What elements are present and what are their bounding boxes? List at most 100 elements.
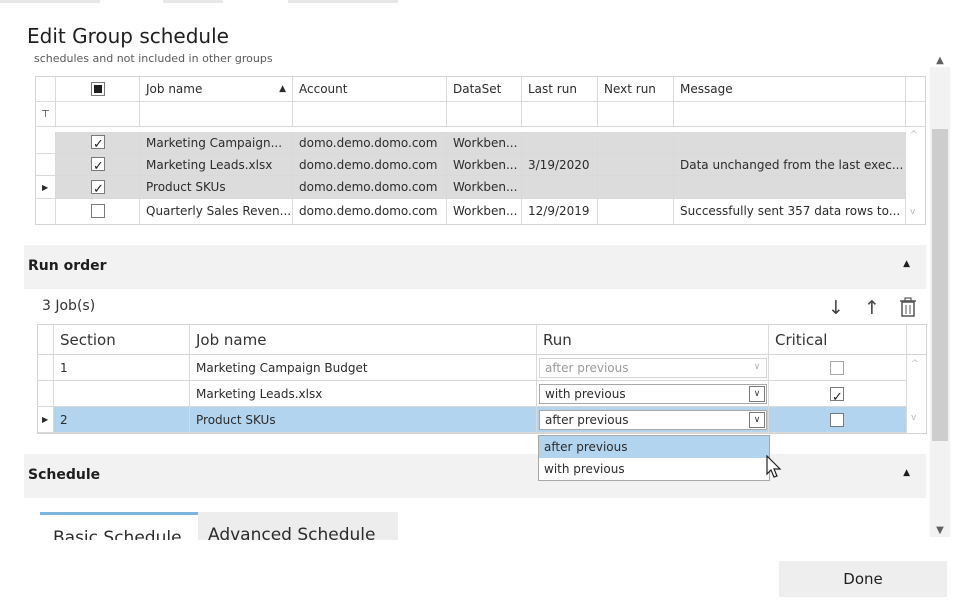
job-name-cell: Marketing Campaign Budget xyxy=(190,355,537,380)
row-pointer-icon: ▶ xyxy=(38,407,54,432)
last-run-cell xyxy=(522,176,598,198)
move-up-icon[interactable]: ↑ xyxy=(861,297,883,319)
col-header-job-name[interactable]: Job name xyxy=(190,325,537,354)
col-header-dataset[interactable]: DataSet xyxy=(447,77,522,101)
chevron-down-icon: ∨ xyxy=(749,386,765,402)
collapse-icon[interactable]: ▲ xyxy=(903,259,910,269)
account-cell: domo.demo.domo.com xyxy=(293,176,447,198)
job-name-cell: Product SKUs xyxy=(140,176,293,198)
col-header-account[interactable]: Account xyxy=(293,77,447,101)
col-header-message[interactable]: Message xyxy=(674,77,906,101)
schedule-label: Schedule xyxy=(28,467,101,483)
jobs-table: Job name ▲ Account DataSet Last run Next… xyxy=(35,76,926,225)
run-order-section-header[interactable]: Run order ▲ xyxy=(24,245,926,289)
collapse-icon[interactable]: ▲ xyxy=(903,468,910,478)
dropdown-option-with-previous[interactable]: with previous xyxy=(539,458,769,480)
message-cell xyxy=(674,176,906,198)
filter-account[interactable] xyxy=(293,102,447,126)
schedule-tabs: Basic Schedule Advanced Schedule xyxy=(40,512,400,540)
run-order-table: Section Job name Run Critical 1 Marketin… xyxy=(37,324,927,434)
tab-advanced-schedule[interactable]: Advanced Schedule xyxy=(198,512,398,540)
run-dropdown-list: after previous with previous xyxy=(538,435,770,481)
filter-message[interactable] xyxy=(674,102,906,126)
scroll-thumb[interactable] xyxy=(932,129,948,441)
schedule-section-header[interactable]: Schedule ▲ xyxy=(24,454,926,498)
message-cell xyxy=(674,132,906,153)
run-order-scrollbar[interactable]: ^ v xyxy=(907,355,926,433)
move-down-icon[interactable]: ↓ xyxy=(825,297,847,319)
run-order-header: Section Job name Run Critical xyxy=(38,325,926,355)
row-checkbox[interactable] xyxy=(91,204,105,218)
dropdown-option-after-previous[interactable]: after previous xyxy=(539,436,769,458)
filter-icon[interactable]: ⊤ xyxy=(36,102,56,126)
scroll-up-icon[interactable]: ^ xyxy=(911,359,919,369)
critical-checkbox[interactable] xyxy=(830,413,844,427)
scroll-down-icon[interactable]: v xyxy=(911,413,916,423)
col-header-job-name[interactable]: Job name ▲ xyxy=(140,77,293,101)
table-row[interactable]: ▶ Product SKUs domo.demo.domo.com Workbe… xyxy=(36,176,906,199)
top-decoration xyxy=(0,0,100,3)
col-header-run[interactable]: Run xyxy=(537,325,769,354)
page-title: Edit Group schedule xyxy=(27,24,229,48)
section-cell xyxy=(54,381,190,406)
last-run-cell: 3/19/2020 xyxy=(522,154,598,175)
run-combobox-open[interactable]: after previous ∨ xyxy=(539,410,767,430)
dataset-cell: Workben... xyxy=(447,176,522,198)
run-order-label: Run order xyxy=(28,258,107,274)
scroll-up-icon[interactable]: ^ xyxy=(910,130,918,140)
scroll-down-icon[interactable]: v xyxy=(910,207,915,217)
critical-checkbox[interactable] xyxy=(830,361,844,375)
account-cell: domo.demo.domo.com xyxy=(293,154,447,175)
job-name-cell: Product SKUs xyxy=(190,407,537,432)
last-run-cell xyxy=(522,132,598,153)
chevron-down-icon: ∨ xyxy=(749,360,765,376)
filter-job-name[interactable] xyxy=(140,102,293,126)
section-cell: 1 xyxy=(54,355,190,380)
next-run-cell xyxy=(598,199,674,224)
critical-checkbox[interactable] xyxy=(830,385,844,406)
select-all-checkbox[interactable] xyxy=(91,82,105,96)
job-name-cell: Quarterly Sales Reven... xyxy=(140,199,293,224)
job-name-cell: Marketing Leads.xlsx xyxy=(190,381,537,406)
col-header-section[interactable]: Section xyxy=(54,325,190,354)
run-order-row[interactable]: 1 Marketing Campaign Budget after previo… xyxy=(38,355,907,381)
row-checkbox[interactable] xyxy=(91,178,105,198)
run-order-row-selected[interactable]: ▶ 2 Product SKUs after previous ∨ xyxy=(38,407,907,433)
page-subtitle: schedules and not included in other grou… xyxy=(34,52,273,65)
run-combobox[interactable]: after previous ∨ xyxy=(539,358,767,378)
dataset-cell: Workben... xyxy=(447,154,522,175)
filter-row: ⊤ xyxy=(36,102,925,127)
section-cell: 2 xyxy=(54,407,190,432)
table-row[interactable]: Marketing Leads.xlsx domo.demo.domo.com … xyxy=(36,154,906,176)
filter-last-run[interactable] xyxy=(522,102,598,126)
filter-dataset[interactable] xyxy=(447,102,522,126)
tab-basic-schedule[interactable]: Basic Schedule xyxy=(40,512,198,540)
mouse-cursor-icon xyxy=(766,454,782,483)
sort-ascending-icon: ▲ xyxy=(279,84,286,94)
top-decoration xyxy=(288,0,398,3)
done-button[interactable]: Done xyxy=(779,561,947,597)
message-cell: Data unchanged from the last exec... xyxy=(674,154,906,175)
table-row[interactable]: Marketing Campaign... domo.demo.domo.com… xyxy=(36,132,906,154)
delete-icon[interactable] xyxy=(897,297,919,319)
row-checkbox[interactable] xyxy=(91,133,105,153)
jobs-table-scrollbar[interactable]: ^ v xyxy=(906,127,925,224)
chevron-down-icon: ∨ xyxy=(749,412,765,428)
top-decoration xyxy=(163,0,223,3)
dataset-cell: Workben... xyxy=(447,199,522,224)
col-header-next-run[interactable]: Next run xyxy=(598,77,674,101)
row-checkbox[interactable] xyxy=(91,155,105,175)
run-combobox[interactable]: with previous ∨ xyxy=(539,384,767,404)
account-cell: domo.demo.domo.com xyxy=(293,132,447,153)
table-row[interactable]: Quarterly Sales Reven... domo.demo.domo.… xyxy=(36,199,906,224)
col-header-last-run[interactable]: Last run xyxy=(522,77,598,101)
run-order-row[interactable]: Marketing Leads.xlsx with previous ∨ xyxy=(38,381,907,407)
dataset-cell: Workben... xyxy=(447,132,522,153)
job-name-cell: Marketing Leads.xlsx xyxy=(140,154,293,175)
filter-next-run[interactable] xyxy=(598,102,674,126)
scroll-down-icon[interactable]: ▼ xyxy=(930,521,950,541)
main-scrollbar[interactable]: ▲ ▼ xyxy=(930,45,950,545)
message-cell: Successfully sent 357 data rows to... xyxy=(674,199,906,224)
job-count: 3 Job(s) xyxy=(42,298,96,314)
col-header-critical[interactable]: Critical xyxy=(769,325,907,354)
